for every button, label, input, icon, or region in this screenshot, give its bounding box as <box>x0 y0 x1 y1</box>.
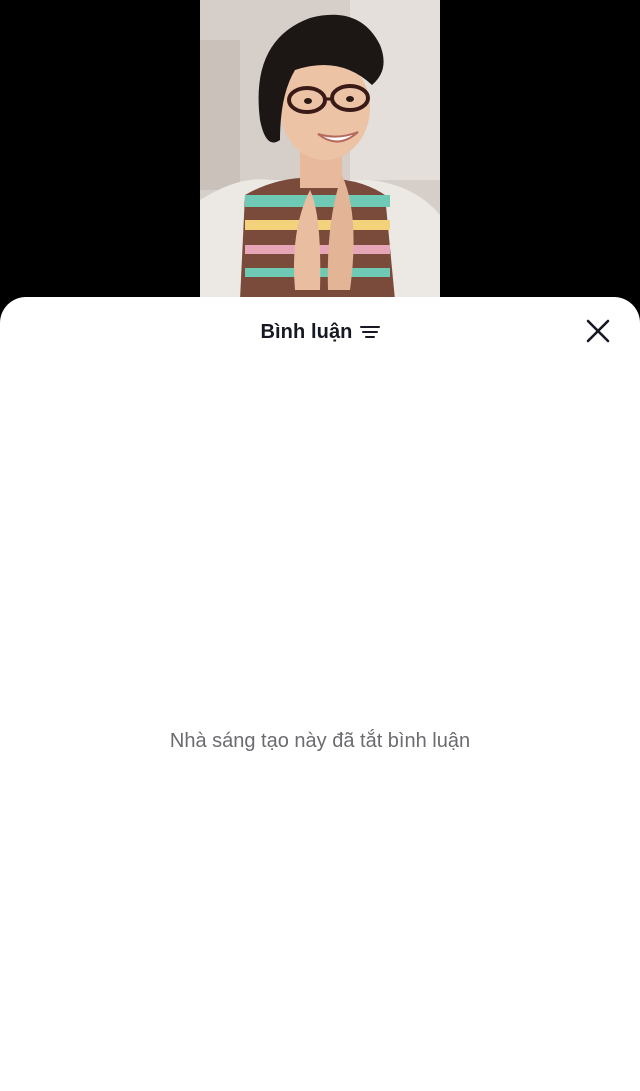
comments-disabled-message: Nhà sáng tạo này đã tắt bình luận <box>169 730 471 752</box>
screen: Bình luận Nhà sáng tạo này đã tắt bình l… <box>0 0 640 1091</box>
sort-lines-icon[interactable] <box>359 324 380 340</box>
close-icon <box>586 319 610 343</box>
comments-title-group: Bình luận <box>0 317 640 347</box>
comments-sheet: Bình luận Nhà sáng tạo này đã tắt bình l… <box>0 297 640 1091</box>
video-thumbnail[interactable] <box>200 0 440 300</box>
comments-title: Bình luận <box>260 320 353 343</box>
close-button[interactable] <box>586 319 610 343</box>
video-thumbnail-image <box>200 0 440 300</box>
comments-header: Bình luận <box>0 297 640 367</box>
